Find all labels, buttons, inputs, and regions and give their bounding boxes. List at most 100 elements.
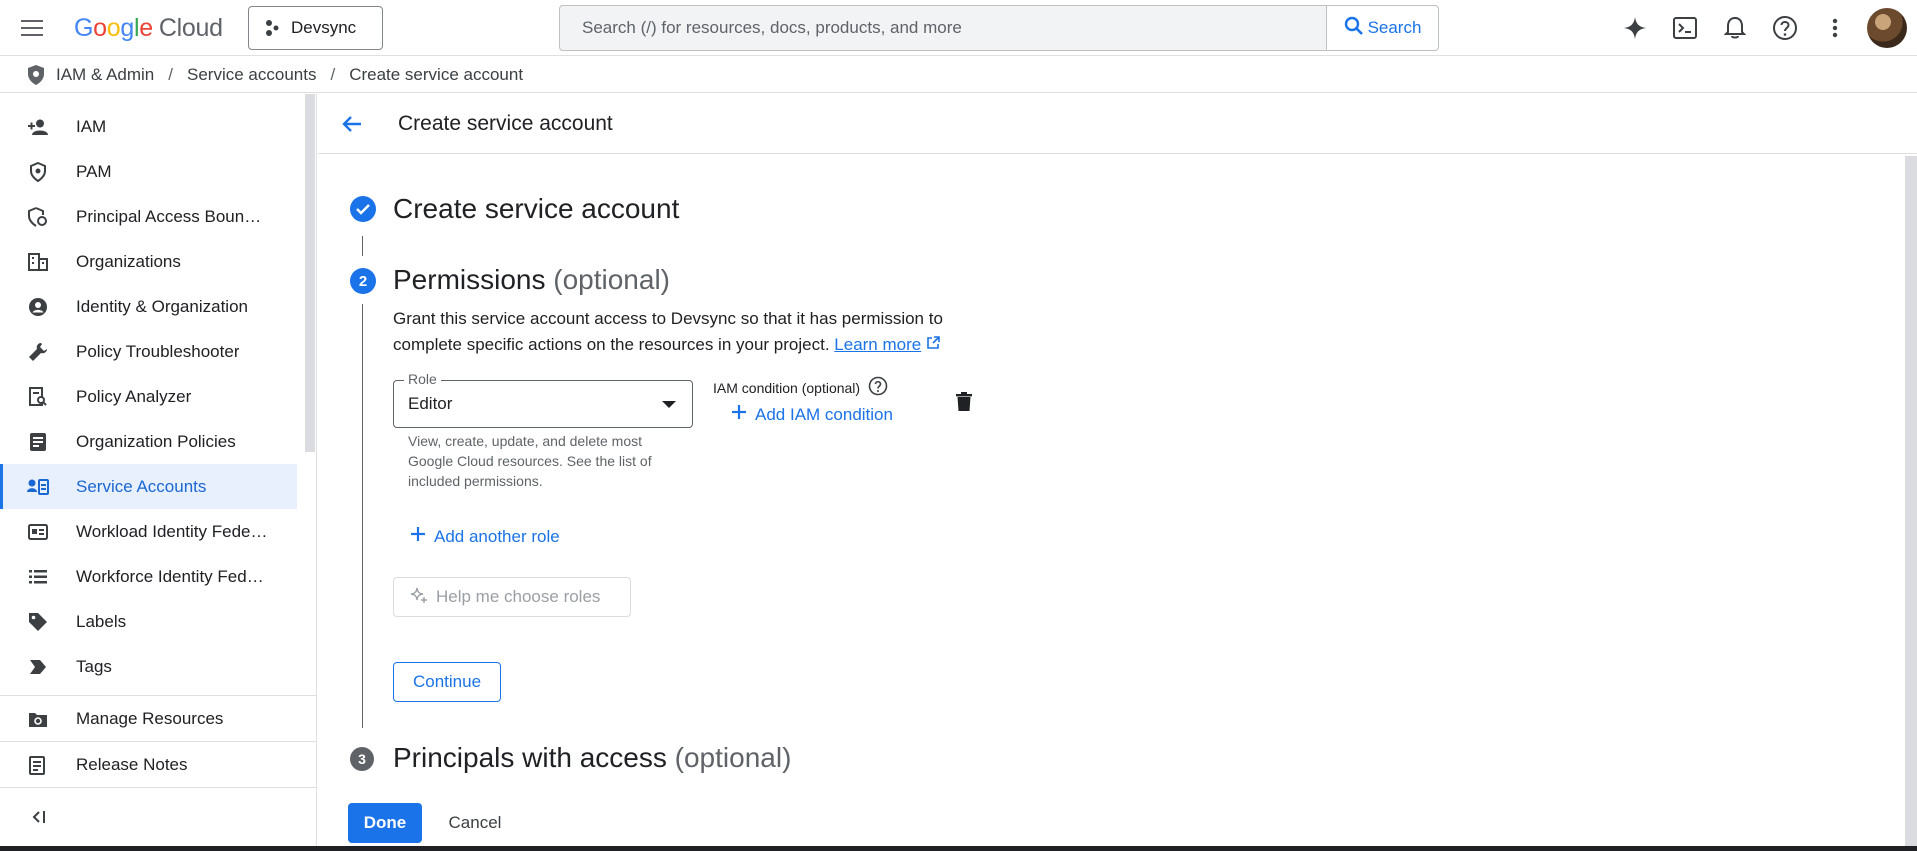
- role-help-text: View, create, update, and delete most Go…: [408, 433, 652, 489]
- sidebar-item-label: Identity & Organization: [76, 296, 248, 316]
- label-tag-icon: [26, 610, 50, 634]
- sidebar-item-label: Principal Access Boun…: [76, 206, 262, 226]
- sidebar-item-policy-analyzer[interactable]: Policy Analyzer: [0, 374, 297, 419]
- shield-settings-icon: [26, 205, 50, 229]
- project-picker-button[interactable]: Devsync: [248, 6, 383, 50]
- role-label: Role: [404, 371, 441, 387]
- delete-role-icon[interactable]: [952, 390, 976, 414]
- breadcrumb-current: Create service account: [349, 64, 524, 84]
- document-search-icon: [26, 385, 50, 409]
- sidebar-item-label: PAM: [76, 161, 112, 181]
- sidebar-item-pam[interactable]: PAM: [0, 149, 297, 194]
- search-button-label: Search: [1367, 18, 1422, 37]
- sidebar-item-label: Organization Policies: [76, 431, 236, 451]
- list-icon: [26, 565, 50, 589]
- sidebar-item-label: Service Accounts: [76, 476, 207, 496]
- search-bar: Search: [559, 5, 1439, 51]
- breadcrumb-service-accounts[interactable]: Service accounts: [187, 65, 316, 85]
- sidebar-item-iam[interactable]: IAM: [0, 104, 297, 149]
- sidebar-item-workforce-identity-federation[interactable]: Workforce Identity Fed…: [0, 554, 297, 599]
- help-circle-icon[interactable]: [868, 376, 888, 399]
- step2-title-text: Permissions: [393, 264, 546, 295]
- sidebar: IAM PAM Principal Access Boun… Organizat…: [0, 94, 317, 851]
- breadcrumb-separator: /: [168, 64, 173, 84]
- sidebar-item-label: Release Notes: [76, 754, 188, 774]
- top-app-bar: Google Cloud Devsync Search: [0, 0, 1917, 56]
- step2-title: Permissions (optional): [393, 263, 670, 297]
- hamburger-menu-icon[interactable]: [16, 12, 48, 44]
- search-input[interactable]: [560, 6, 1328, 50]
- breadcrumb-iam-admin[interactable]: IAM & Admin: [56, 65, 154, 85]
- back-arrow-icon[interactable]: [338, 110, 366, 138]
- breadcrumb: IAM & Admin / Service accounts / Create …: [0, 57, 1917, 93]
- sparkle-icon: [410, 586, 428, 609]
- sidebar-item-organizations[interactable]: Organizations: [0, 239, 297, 284]
- plus-icon: [731, 404, 747, 425]
- step-complete-check-icon: [350, 196, 376, 222]
- collapse-sidebar-icon[interactable]: [26, 805, 50, 829]
- step2-number: 2: [350, 268, 376, 294]
- add-iam-condition-button[interactable]: Add IAM condition: [731, 404, 893, 425]
- google-cloud-logo[interactable]: Google Cloud: [74, 12, 223, 44]
- sidebar-item-release-notes[interactable]: Release Notes: [0, 742, 297, 787]
- cloud-shell-icon[interactable]: [1665, 8, 1705, 48]
- sidebar-item-principal-access-boundary[interactable]: Principal Access Boun…: [0, 194, 297, 239]
- add-another-role-label: Add another role: [434, 526, 560, 546]
- iam-condition-label: IAM condition (optional): [713, 376, 888, 399]
- more-vert-icon[interactable]: [1815, 8, 1855, 48]
- breadcrumb-separator: /: [330, 64, 336, 84]
- gemini-sparkle-icon[interactable]: [1615, 8, 1655, 48]
- tag-arrow-icon: [26, 655, 50, 679]
- step3-title[interactable]: Principals with access (optional): [393, 741, 791, 775]
- main-scrollbar[interactable]: [1905, 156, 1917, 851]
- sidebar-item-label: Organizations: [76, 251, 181, 271]
- done-button[interactable]: Done: [348, 803, 422, 843]
- sidebar-item-tags[interactable]: Tags: [0, 644, 297, 689]
- help-icon[interactable]: [1765, 8, 1805, 48]
- page-header: Create service account: [318, 94, 1917, 154]
- sidebar-item-service-accounts[interactable]: Service Accounts: [0, 464, 297, 509]
- release-notes-icon: [26, 753, 50, 777]
- sidebar-item-label: Tags: [76, 656, 112, 676]
- sidebar-item-label: IAM: [76, 116, 107, 136]
- step-connector: [362, 304, 363, 728]
- cancel-button[interactable]: Cancel: [437, 803, 513, 843]
- step1-title[interactable]: Create service account: [393, 192, 679, 226]
- notifications-bell-icon[interactable]: [1715, 8, 1755, 48]
- role-select[interactable]: Role Editor: [393, 371, 693, 428]
- help-me-choose-roles-button[interactable]: Help me choose roles: [393, 577, 631, 617]
- sidebar-scrollbar[interactable]: [305, 94, 315, 452]
- help-me-choose-roles-label: Help me choose roles: [436, 587, 601, 606]
- external-link-icon: [926, 335, 940, 354]
- sidebar-item-manage-resources[interactable]: Manage Resources: [0, 696, 297, 741]
- shield-check-icon: [26, 160, 50, 184]
- policy-list-icon: [26, 430, 50, 454]
- sidebar-item-organization-policies[interactable]: Organization Policies: [0, 419, 297, 464]
- account-circle-icon: [26, 295, 50, 319]
- project-name: Devsync: [291, 18, 357, 37]
- learn-more-link[interactable]: Learn more: [834, 335, 921, 354]
- building-icon: [26, 250, 50, 274]
- id-card-icon: [26, 520, 50, 544]
- sidebar-item-label: Workload Identity Fede…: [76, 521, 268, 541]
- sidebar-item-workload-identity-federation[interactable]: Workload Identity Fede…: [0, 509, 297, 554]
- search-button[interactable]: Search: [1326, 6, 1438, 50]
- sidebar-item-labels[interactable]: Labels: [0, 599, 297, 644]
- sidebar-item-label: Workforce Identity Fed…: [76, 566, 264, 586]
- permissions-description: Grant this service account access to Dev…: [393, 306, 993, 358]
- add-another-role-button[interactable]: Add another role: [410, 526, 560, 547]
- continue-button[interactable]: Continue: [393, 662, 501, 702]
- account-avatar[interactable]: [1867, 8, 1907, 48]
- bottom-edge-bar: [0, 846, 1917, 851]
- person-add-icon: [26, 115, 50, 139]
- step3-optional: (optional): [674, 742, 792, 773]
- page-title: Create service account: [398, 112, 613, 135]
- dropdown-arrow-icon: [662, 401, 676, 408]
- sidebar-item-identity-organization[interactable]: Identity & Organization: [0, 284, 297, 329]
- top-actions: [1605, 8, 1917, 48]
- learn-more-label: Learn more: [834, 335, 922, 354]
- step2-optional: (optional): [553, 264, 670, 295]
- sidebar-item-policy-troubleshooter[interactable]: Policy Troubleshooter: [0, 329, 297, 374]
- sidebar-item-label: Labels: [76, 611, 127, 631]
- sidebar-item-label: Policy Analyzer: [76, 386, 192, 406]
